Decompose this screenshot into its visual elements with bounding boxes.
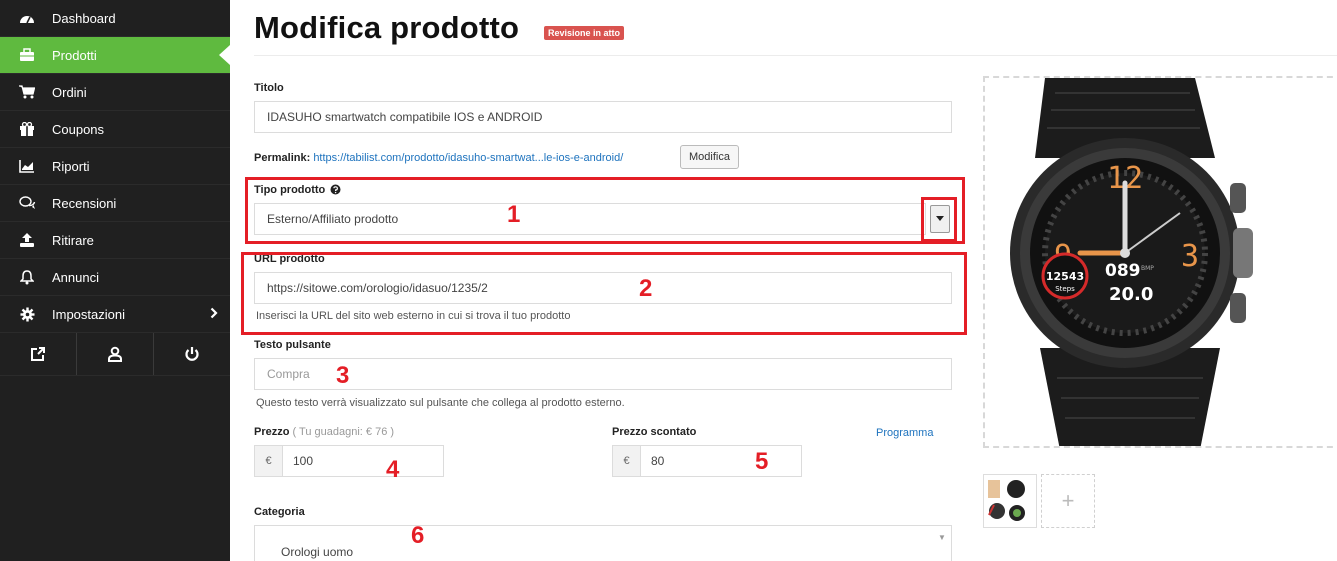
chevron-right-icon	[210, 307, 218, 322]
sidebar-item-label: Riporti	[52, 158, 90, 174]
user-icon[interactable]	[77, 333, 154, 375]
page-title: Modifica prodotto	[254, 10, 520, 45]
status-badge: Revisione in atto	[544, 26, 625, 40]
category-select[interactable]: Orologi uomo	[254, 525, 952, 561]
annotation-number-3: 3	[336, 362, 350, 389]
power-icon[interactable]	[154, 333, 230, 375]
sale-price-input[interactable]: 80	[641, 446, 801, 476]
annotation-number-1: 1	[507, 201, 521, 228]
external-link-icon[interactable]	[0, 333, 77, 375]
permalink-label: Permalink:	[254, 152, 311, 164]
button-text-label: Testo pulsante	[254, 339, 331, 351]
currency-symbol: €	[613, 446, 641, 476]
chart-icon	[18, 158, 36, 174]
sidebar-item-label: Ritirare	[52, 232, 94, 248]
comments-icon	[18, 195, 36, 211]
cart-icon	[18, 84, 36, 100]
price-input-group[interactable]: € 100	[254, 445, 444, 477]
product-watch-image: 12 9 3 12543 Steps 089 BMP 20.0	[1010, 78, 1253, 446]
annotation-number-5: 5	[755, 448, 769, 475]
sale-price-input-group[interactable]: € 80	[612, 445, 802, 477]
sidebar-item-ordini[interactable]: Ordini	[0, 74, 230, 111]
sidebar-item-label: Prodotti	[52, 47, 97, 63]
sidebar-item-recensioni[interactable]: Recensioni	[0, 185, 230, 222]
sidebar: Dashboard Prodotti Ordini Coupons Riport…	[0, 0, 230, 561]
product-thumbnail[interactable]	[983, 474, 1037, 528]
sidebar-item-ritirare[interactable]: Ritirare	[0, 222, 230, 259]
title-input[interactable]: IDASUHO smartwatch compatibile IOS e AND…	[254, 101, 952, 133]
price-label-text: Prezzo	[254, 426, 290, 438]
sidebar-item-label: Ordini	[52, 84, 87, 100]
sidebar-item-label: Dashboard	[52, 10, 116, 26]
product-image-dropzone[interactable]: 12 9 3 12543 Steps 089 BMP 20.0	[983, 76, 1337, 448]
dashboard-icon	[18, 10, 36, 26]
bell-icon	[18, 269, 36, 285]
annotation-box-url	[241, 252, 967, 335]
sidebar-item-dashboard[interactable]: Dashboard	[0, 0, 230, 37]
sidebar-item-annunci[interactable]: Annunci	[0, 259, 230, 296]
annotation-number-2: 2	[639, 275, 653, 302]
permalink: Permalink: https://tabilist.com/prodotto…	[254, 152, 623, 164]
annotation-number-4: 4	[386, 456, 400, 483]
chevron-down-icon: ▼	[938, 533, 946, 542]
sidebar-item-label: Recensioni	[52, 195, 117, 211]
sidebar-item-label: Impostazioni	[52, 306, 125, 322]
schedule-link[interactable]: Programma	[876, 427, 933, 439]
watch-heart-unit: BMP	[1141, 265, 1154, 272]
sale-price-label: Prezzo scontato	[612, 426, 697, 438]
add-image-button[interactable]: +	[1041, 474, 1095, 528]
currency-symbol: €	[255, 446, 283, 476]
price-input[interactable]: 100	[283, 446, 443, 476]
button-text-input[interactable]: Compra	[254, 358, 952, 390]
annotation-box-type	[245, 177, 965, 244]
permalink-edit-button[interactable]: Modifica	[680, 145, 739, 169]
watch-hour-right: 3	[1181, 239, 1199, 274]
gear-icon	[18, 306, 36, 322]
button-text-help: Questo testo verrà visualizzato sul puls…	[256, 397, 625, 409]
watch-steps: 12543	[1046, 270, 1084, 283]
sidebar-item-coupons[interactable]: Coupons	[0, 111, 230, 148]
category-label: Categoria	[254, 506, 305, 518]
annotation-number-6: 6	[411, 522, 425, 549]
upload-icon	[18, 232, 36, 248]
watch-temperature: 20.0	[1109, 284, 1153, 305]
title-label: Titolo	[254, 82, 284, 94]
watch-heart-rate: 089	[1105, 261, 1141, 281]
sidebar-item-label: Annunci	[52, 269, 99, 285]
briefcase-icon	[18, 47, 36, 63]
price-earnings: ( Tu guadagni: € 76 )	[292, 426, 395, 438]
watch-steps-label: Steps	[1055, 285, 1075, 293]
sidebar-item-riporti[interactable]: Riporti	[0, 148, 230, 185]
sidebar-tools	[0, 333, 230, 376]
price-label: Prezzo ( Tu guadagni: € 76 )	[254, 426, 394, 438]
annotation-box-select-arrow	[921, 197, 957, 242]
gift-icon	[18, 121, 36, 137]
sidebar-item-prodotti[interactable]: Prodotti	[0, 37, 230, 74]
sidebar-item-label: Coupons	[52, 121, 105, 137]
permalink-url[interactable]: https://tabilist.com/prodotto/idasuho-sm…	[313, 152, 623, 164]
header-divider	[254, 55, 1337, 56]
sidebar-item-impostazioni[interactable]: Impostazioni	[0, 296, 230, 333]
